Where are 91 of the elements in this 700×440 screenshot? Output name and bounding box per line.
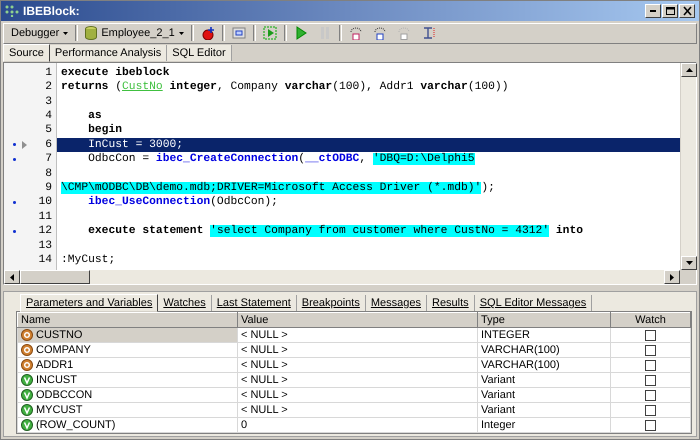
value-cell: 0 [238,418,478,432]
watch-checkbox[interactable] [645,404,656,416]
debugger-menu[interactable]: Debugger [8,26,72,40]
line-number: 13 [37,240,53,252]
run-icon [294,26,308,40]
value-cell: < NULL > [238,328,478,342]
run-to-cursor-icon [262,26,277,40]
maximize-icon [664,6,676,16]
database-icon [85,26,98,40]
code-line: \CMP\mODBC\DB\demo.mdb;DRIVER=Microsoft Access Driver (*.mdb)'); [61,182,495,194]
vertical-scrollbar[interactable] [680,62,696,270]
line-number: 11 [37,210,53,223]
line-number: 6 [44,138,53,151]
code-line: OdbcCon = ibec_CreateConnection(__ctODBC, 'DBQ=D:\Delphi5 [87,153,475,166]
close-icon [682,6,692,16]
value-cell: < NULL > [238,388,478,402]
tab[interactable]: Performance Analysis [50,44,168,61]
name-cell: INCUST [18,372,238,388]
watch-checkbox[interactable] [645,390,656,401]
name-cell: ODBCCON [18,388,238,402]
value-cell: < NULL > [238,358,478,372]
app-icon [5,4,19,17]
code-line: begin [87,124,122,136]
name-cell: CUSTNO [18,328,238,342]
line-number: 8 [44,168,53,180]
window-title: IBEBlock: [23,4,81,18]
caret-icon [63,32,68,35]
scrollbar-thumb[interactable] [20,270,90,284]
caret-icon [178,32,184,35]
line-number: 1 [44,66,53,79]
step-into-icon [348,26,363,40]
name-cell: MYCUST [18,402,238,418]
line-number: 9 [44,182,53,194]
watch-checkbox[interactable] [645,344,656,356]
database-menu[interactable]: Employee_2_1 [82,25,187,42]
right-arrow-icon [670,274,674,280]
type-cell: Integer [478,418,610,432]
watch-checkbox[interactable] [645,360,656,371]
current-code-line: InCust = 3000; [87,138,184,151]
value-cell: < NULL > [238,342,478,358]
step-out-icon [396,26,411,40]
code-line: execute ibeblock [61,66,170,79]
code-line: ibec_UseConnection(OdbcCon); [87,196,278,208]
tab[interactable]: SQL Editor [167,44,232,61]
line-number: 14 [37,254,53,266]
column-header[interactable]: Value [238,312,478,328]
left-arrow-icon [10,274,14,280]
value-cell: < NULL > [238,372,478,388]
line-number: 5 [44,124,53,136]
line-number: 10 [37,196,53,208]
line-number: 12 [37,225,53,238]
column-header[interactable]: Name [18,312,238,328]
window-icon [232,26,246,40]
up-arrow-icon [686,68,692,72]
step-over-icon [372,26,387,40]
scroll-up-button[interactable] [681,62,697,77]
column-header[interactable]: Type [478,312,610,328]
type-cell: INTEGER [478,328,610,342]
type-cell: Variant [478,388,610,402]
name-cell: COMPANY [18,342,238,358]
scroll-down-button[interactable] [681,256,697,270]
breakpoint-icon [200,26,215,40]
close-button[interactable] [679,4,695,18]
type-cell: VARCHAR(100) [478,342,610,358]
tab[interactable]: Source [3,44,50,62]
line-number: 3 [44,96,53,108]
type-cell: Variant [478,372,610,388]
code-line: returns (CustNo integer, Company varchar(100), Addr1 varchar(100)) [61,81,508,94]
line-number: 4 [44,110,53,122]
scroll-left-button[interactable] [4,270,20,284]
name-cell: (ROW_COUNT) [18,418,238,432]
name-cell: ADDR1 [18,358,238,372]
column-header[interactable]: Watch [610,312,690,328]
watch-checkbox[interactable] [645,374,656,386]
code-line: as [87,110,102,122]
code-line: :MyCust; [61,254,116,266]
minimize-icon [649,8,657,13]
line-number: 2 [44,81,53,94]
watch-checkbox[interactable] [645,330,656,341]
type-cell: VARCHAR(100) [478,358,610,372]
line-number: 7 [44,153,53,166]
watch-checkbox[interactable] [645,420,656,431]
down-arrow-icon [686,261,692,265]
maximize-button[interactable] [662,4,678,18]
scroll-right-button[interactable] [664,270,680,284]
value-cell: < NULL > [238,402,478,418]
code-line: execute statement 'select Company from customer where CustNo = 4312' into [87,225,584,237]
minimize-button[interactable] [645,4,661,18]
type-cell: Variant [478,402,610,418]
horizontal-scrollbar[interactable] [4,270,680,284]
tab[interactable]: Parameters and Variables [20,294,158,312]
